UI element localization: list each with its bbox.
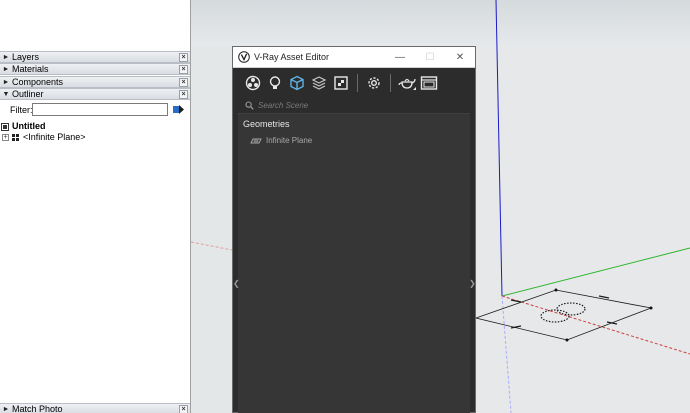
render-elements-icon[interactable] (308, 72, 330, 94)
close-icon[interactable]: × (179, 77, 188, 87)
panel-title: Materials (12, 64, 49, 74)
filter-label: Filter: (10, 104, 33, 115)
filter-options-icon[interactable] (173, 104, 184, 115)
outliner-filter-row: Filter: (0, 101, 190, 118)
vray-logo-icon (238, 51, 250, 63)
collapsed-arrow-icon: ► (2, 405, 10, 413)
expanded-arrow-icon: ▼ (2, 90, 10, 98)
toolbar-separator (390, 74, 391, 92)
panel-header-materials[interactable]: ► Materials × (0, 63, 190, 75)
panel-title: Components (12, 77, 64, 87)
expand-icon[interactable]: + (2, 134, 9, 141)
expand-right-arrow-icon[interactable]: ❯ (469, 279, 476, 289)
materials-icon[interactable] (242, 72, 264, 94)
component-icon (12, 134, 19, 141)
default-tray: ► Layers × ► Materials × ► Components × … (0, 0, 191, 413)
render-teapot-icon[interactable] (396, 72, 418, 94)
window-title: V-Ray Asset Editor (254, 52, 330, 62)
lights-icon[interactable] (264, 72, 286, 94)
collapsed-arrow-icon: ► (2, 65, 10, 73)
close-icon[interactable]: × (179, 404, 188, 413)
panel-title: Outliner (12, 89, 44, 99)
toolbar-separator (357, 74, 358, 92)
panel-header-match-photo[interactable]: ► Match Photo × (0, 403, 190, 413)
infinite-plane-icon (250, 138, 262, 143)
search-bar[interactable]: Search Scene (238, 97, 470, 114)
vray-titlebar[interactable]: V-Ray Asset Editor — ☐ ✕ (233, 47, 475, 68)
filter-input[interactable] (32, 103, 168, 116)
close-icon[interactable]: × (179, 64, 188, 74)
vray-asset-editor-window: V-Ray Asset Editor — ☐ ✕ Search Scene Ge… (232, 46, 476, 413)
geometry-icon[interactable] (286, 72, 308, 94)
collapsed-arrow-icon: ► (2, 78, 10, 86)
model-icon (1, 122, 9, 131)
collapse-left-arrow-icon[interactable]: ❮ (233, 279, 240, 289)
panel-title: Layers (12, 52, 40, 62)
panel-header-outliner[interactable]: ▼ Outliner × (0, 88, 190, 100)
outliner-tree: Untitled + <Infinite Plane> (0, 121, 190, 143)
asset-item-label: Infinite Plane (266, 136, 313, 145)
tree-row-root[interactable]: Untitled (0, 121, 190, 132)
asset-item-infinite-plane[interactable]: Infinite Plane (250, 136, 470, 145)
close-icon[interactable]: × (179, 52, 188, 62)
model-name: Untitled (12, 121, 46, 131)
textures-icon[interactable] (330, 72, 352, 94)
panel-title: Match Photo (12, 404, 63, 413)
tree-row-infinite-plane[interactable]: + <Infinite Plane> (0, 132, 190, 143)
tray-blank-area (0, 0, 190, 50)
ground (476, 46, 690, 413)
panel-header-components[interactable]: ► Components × (0, 76, 190, 88)
outliner-item-label: <Infinite Plane> (23, 132, 86, 142)
sky-band (191, 0, 690, 46)
frame-buffer-icon[interactable] (418, 72, 440, 94)
close-icon[interactable]: × (179, 89, 188, 99)
sky-left (191, 46, 232, 413)
minimize-button[interactable]: — (385, 52, 415, 63)
asset-toolbar (233, 69, 475, 97)
settings-icon[interactable] (363, 72, 385, 94)
asset-list-panel: Search Scene Geometries Infinite Plane (238, 97, 470, 413)
category-header-geometries[interactable]: Geometries (243, 119, 470, 129)
panel-header-layers[interactable]: ► Layers × (0, 51, 190, 63)
search-input[interactable]: Search Scene (258, 101, 308, 110)
collapsed-arrow-icon: ► (2, 53, 10, 61)
search-icon (242, 98, 256, 112)
close-button[interactable]: ✕ (445, 52, 475, 63)
maximize-button[interactable]: ☐ (415, 52, 445, 63)
